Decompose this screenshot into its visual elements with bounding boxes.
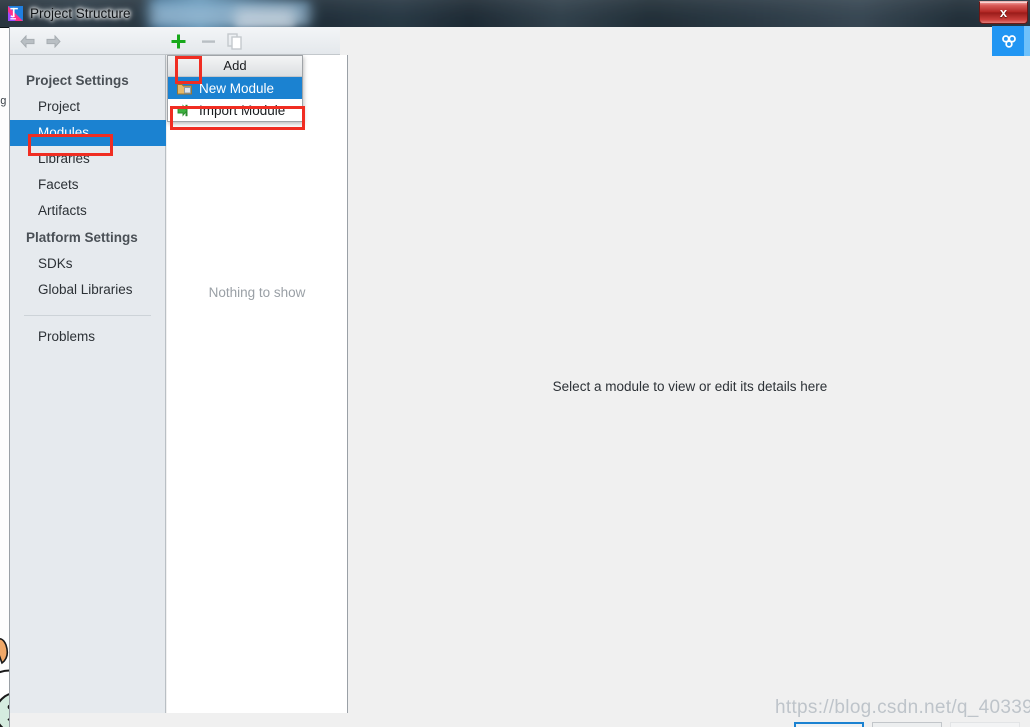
back-button[interactable] xyxy=(17,32,37,50)
sidebar-group-project-settings: Project Settings xyxy=(26,73,129,88)
apply-button[interactable]: Apply xyxy=(950,722,1020,727)
modules-list-panel[interactable]: Nothing to show xyxy=(167,55,348,713)
add-module-button[interactable] xyxy=(168,32,188,50)
forward-button[interactable] xyxy=(43,32,63,50)
background-text: g xyxy=(0,96,7,108)
copy-module-button[interactable] xyxy=(225,32,245,50)
close-icon: x xyxy=(999,5,1008,20)
settings-sidebar: Project Settings Project Modules Librari… xyxy=(10,55,166,713)
add-menu-item-import-module-label: Import Module xyxy=(199,102,286,118)
cancel-button[interactable]: Cancel xyxy=(872,722,942,727)
modules-toolbar xyxy=(10,27,340,55)
baidu-cloud-icon xyxy=(1002,35,1016,48)
add-popup-menu: Add New Module Import Module xyxy=(167,55,303,122)
screen-root: g Project Structure x Project Settings P… xyxy=(0,0,1030,727)
sidebar-item-global-libraries[interactable]: Global Libraries xyxy=(10,277,165,303)
sidebar-item-facets[interactable]: Facets xyxy=(10,172,165,198)
sidebar-divider xyxy=(24,315,151,316)
window-close-button[interactable]: x xyxy=(979,1,1028,24)
sidebar-item-libraries[interactable]: Libraries xyxy=(10,146,165,172)
arrow-right-icon xyxy=(46,34,61,48)
window-title-text: Project Structure xyxy=(30,6,131,21)
add-menu-item-import-module[interactable]: Import Module xyxy=(168,99,302,121)
project-structure-dialog: Project Settings Project Modules Librari… xyxy=(9,27,1030,727)
plus-icon xyxy=(171,34,185,48)
add-menu-title: Add xyxy=(168,56,302,77)
window-title-group: Project Structure xyxy=(8,0,131,27)
sidebar-item-artifacts[interactable]: Artifacts xyxy=(10,198,165,224)
dialog-button-bar: OK Cancel Apply xyxy=(10,714,1030,727)
sidebar-item-problems[interactable]: Problems xyxy=(10,324,165,350)
sidebar-item-modules[interactable]: Modules xyxy=(10,120,166,146)
window-title-bar xyxy=(0,0,1030,28)
titlebar-blur-overlay xyxy=(0,0,1030,27)
modules-empty-text: Nothing to show xyxy=(208,285,306,300)
new-module-folder-icon xyxy=(176,80,192,96)
add-menu-item-new-module[interactable]: New Module xyxy=(168,77,302,99)
remove-module-button[interactable] xyxy=(198,32,218,50)
add-menu-item-new-module-label: New Module xyxy=(199,80,275,96)
sidebar-item-project[interactable]: Project xyxy=(10,94,165,120)
copy-icon xyxy=(227,32,242,50)
sidebar-item-sdks[interactable]: SDKs xyxy=(10,251,165,277)
module-detail-panel: Select a module to view or edit its deta… xyxy=(349,55,1030,713)
cloud-badge-tail xyxy=(1024,26,1030,56)
ok-button[interactable]: OK xyxy=(794,722,864,727)
sidebar-group-platform-settings: Platform Settings xyxy=(26,230,138,245)
import-module-arrow-icon xyxy=(176,102,192,118)
arrow-left-icon xyxy=(19,34,34,48)
minus-icon xyxy=(201,39,215,43)
baidu-cloud-badge[interactable] xyxy=(992,26,1030,56)
module-detail-empty-text: Select a module to view or edit its deta… xyxy=(552,379,828,394)
intellij-idea-icon xyxy=(8,6,23,21)
